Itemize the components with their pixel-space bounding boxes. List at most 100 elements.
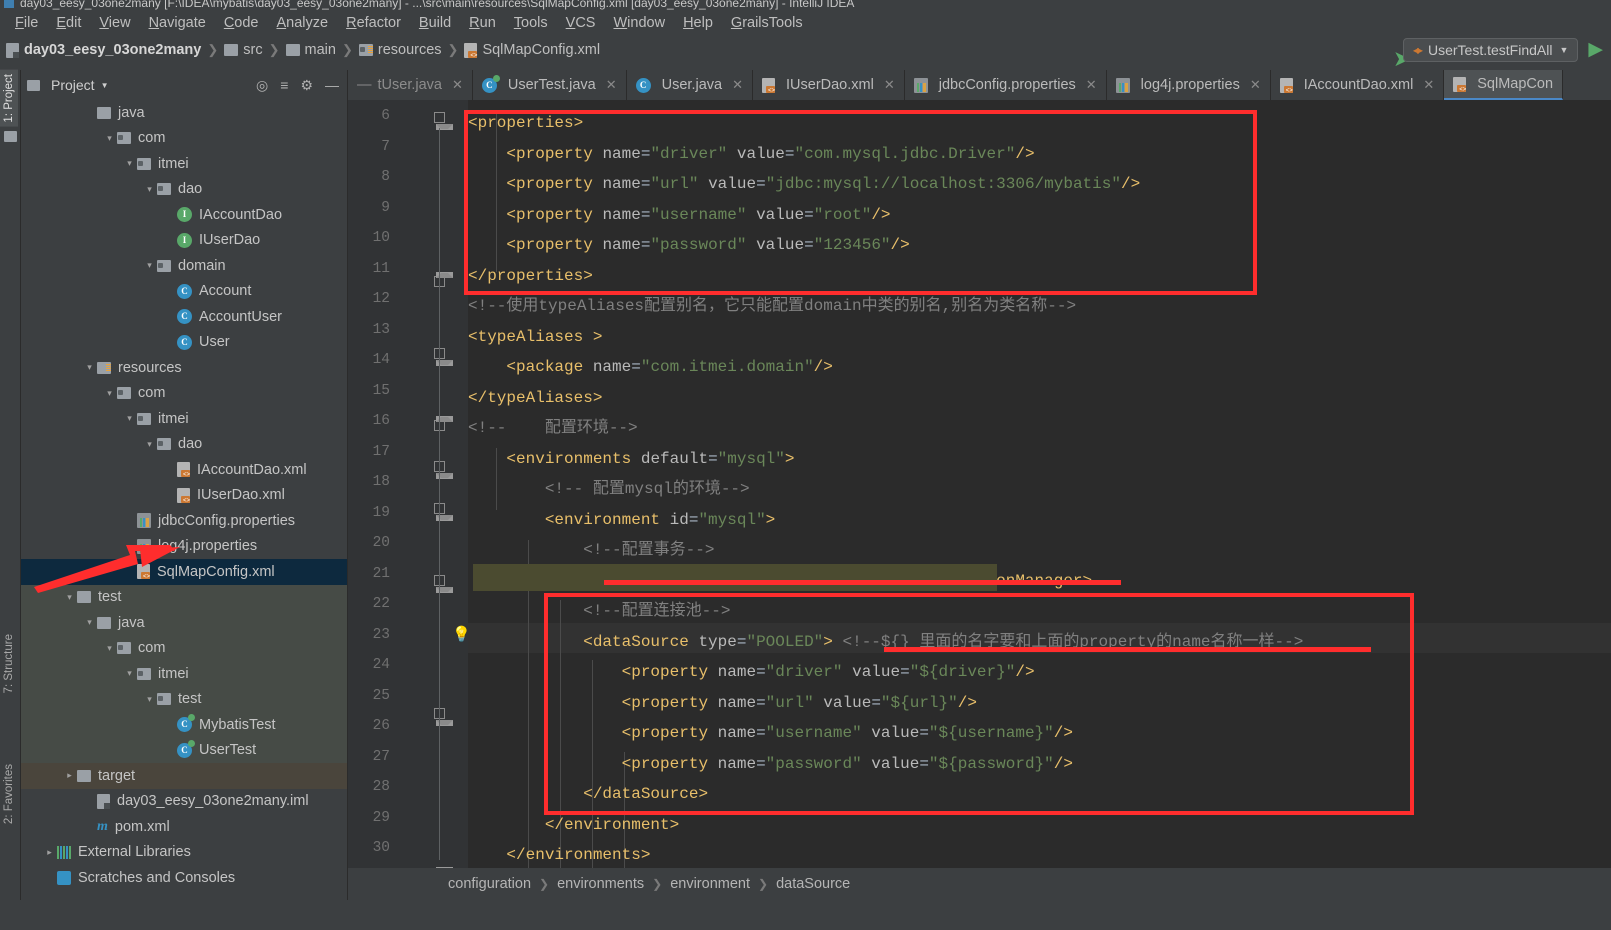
editor-tab-iaccountdao-xml[interactable]: IAccountDao.xml ✕ — [1270, 70, 1445, 100]
close-tab-icon[interactable]: ✕ — [732, 77, 743, 93]
editor-code-area[interactable]: <properties> <property name="driver" val… — [468, 100, 1611, 868]
code-line[interactable]: <properties> — [468, 108, 583, 139]
scroll-from-source-icon[interactable]: ◎ — [256, 77, 268, 94]
editor-tab-log4j-properties[interactable]: log4j.properties ✕ — [1106, 70, 1271, 100]
chevron-down-icon[interactable]: ▾ — [105, 133, 114, 144]
tree-item-com[interactable]: ▾ com — [21, 126, 347, 152]
tree-item-sqlmapconfig-xml[interactable]: SqlMapConfig.xml — [21, 559, 347, 585]
menu-item-navigate[interactable]: Navigate — [140, 13, 215, 33]
chevron-right-icon[interactable]: ▸ — [65, 770, 74, 781]
code-line[interactable]: <property name="password" value="123456"… — [468, 230, 909, 261]
menu-item-run[interactable]: Run — [460, 13, 505, 33]
code-line[interactable]: <typeAliases > — [468, 322, 602, 353]
close-tab-icon[interactable]: ✕ — [452, 77, 463, 93]
chevron-down-icon[interactable]: ▾ — [105, 643, 114, 654]
code-fold-toggle[interactable] — [434, 112, 453, 130]
close-tab-icon[interactable]: ✕ — [606, 77, 617, 93]
chevron-down-icon[interactable]: ▾ — [105, 388, 114, 399]
code-line[interactable]: </environment> — [468, 810, 679, 841]
collapse-all-icon[interactable]: ≡ — [280, 77, 288, 93]
tree-item-scratches-and-consoles[interactable]: Scratches and Consoles — [21, 865, 347, 891]
editor-gutter[interactable]: 6 7 8 9 10 11 12 13 14 15 16 17 18 19 20 21 22 23 24 25 26 27… — [348, 100, 471, 868]
menu-item-edit[interactable]: Edit — [47, 13, 90, 33]
menu-item-vcs[interactable]: VCS — [557, 13, 605, 33]
tree-item-usertest[interactable]: C UserTest — [21, 737, 347, 763]
tree-item-test[interactable]: ▾ test — [21, 686, 347, 712]
code-line[interactable]: <!--配置连接池--> — [468, 596, 730, 627]
tree-item-user[interactable]: C User — [21, 330, 347, 356]
breadcrumb-environment[interactable]: environment — [670, 876, 750, 892]
code-line[interactable]: <property name="username" value="root"/> — [468, 200, 890, 231]
close-tab-icon[interactable]: ✕ — [884, 77, 895, 93]
code-line[interactable]: </properties> — [468, 261, 593, 292]
settings-gear-icon[interactable]: ⚙ — [300, 77, 313, 94]
tree-item-itmei[interactable]: ▾ itmei — [21, 151, 347, 177]
breadcrumb-environments[interactable]: environments — [557, 876, 644, 892]
editor-tab-usertest-java[interactable]: C UserTest.java ✕ — [472, 70, 627, 100]
tree-item-com[interactable]: ▾ com — [21, 635, 347, 661]
code-line[interactable]: </typeAliases> — [468, 383, 602, 414]
code-line[interactable]: <package name="com.itmei.domain"/> — [468, 352, 832, 383]
chevron-down-icon[interactable]: ▾ — [125, 158, 134, 169]
chevron-down-icon[interactable]: ▾ — [145, 439, 154, 450]
tree-item-com[interactable]: ▾ com — [21, 381, 347, 407]
chevron-down-icon[interactable]: ▾ — [85, 617, 94, 628]
run-configuration-selector[interactable]: ◂▸ UserTest.testFindAll ▼ — [1402, 38, 1579, 62]
chevron-down-icon[interactable]: ▾ — [145, 260, 154, 271]
editor-tab-user-java[interactable]: C User.java ✕ — [626, 70, 753, 100]
menu-item-view[interactable]: View — [90, 13, 139, 33]
tree-item-dao[interactable]: ▾ dao — [21, 177, 347, 203]
chevron-down-icon[interactable]: ▾ — [145, 694, 154, 705]
editor-tab-sqlmapcon[interactable]: SqlMapCon — [1444, 70, 1564, 100]
chevron-right-icon[interactable]: ▸ — [45, 847, 54, 858]
code-line[interactable]: <property name="password" value="${passw… — [468, 749, 1073, 780]
tree-item-iuserdao-xml[interactable]: IUserDao.xml — [21, 483, 347, 509]
tree-item-target[interactable]: ▸ target — [21, 763, 347, 789]
tool-window-tab-structure[interactable]: 7: Structure — [0, 630, 18, 697]
menu-item-build[interactable]: Build — [410, 13, 460, 33]
code-line[interactable]: <environments default="mysql"> — [468, 444, 794, 475]
breadcrumb-datasource[interactable]: dataSource — [776, 876, 850, 892]
menu-item-code[interactable]: Code — [215, 13, 268, 33]
code-line[interactable]: <environment id="mysql"> — [468, 505, 775, 536]
tree-item-accountuser[interactable]: C AccountUser — [21, 304, 347, 330]
tree-item-domain[interactable]: ▾ domain — [21, 253, 347, 279]
tree-item-account[interactable]: C Account — [21, 279, 347, 305]
breadcrumb-main[interactable]: main — [285, 42, 336, 58]
tree-item-mybatistest[interactable]: C MybatisTest — [21, 712, 347, 738]
tree-item-java[interactable]: java — [21, 100, 347, 126]
tree-item-iaccountdao-xml[interactable]: IAccountDao.xml — [21, 457, 347, 483]
code-line[interactable]: <!--配置事务--> — [468, 535, 714, 566]
code-line[interactable]: <!-- 配置mysql的环境--> — [468, 474, 750, 505]
code-line[interactable]: </dataSource> — [468, 779, 708, 810]
editor-tab-bar[interactable]: —tUser.java✕CUserTest.java✕CUser.java✕IU… — [348, 70, 1611, 100]
tree-item-itmei[interactable]: ▾ itmei — [21, 406, 347, 432]
tree-item-pom-xml[interactable]: m pom.xml — [21, 814, 347, 840]
tree-item-dao[interactable]: ▾ dao — [21, 432, 347, 458]
code-editor[interactable]: 6 7 8 9 10 11 12 13 14 15 16 17 18 19 20 21 22 23 24 25 26 27… — [348, 100, 1611, 868]
menu-item-tools[interactable]: Tools — [505, 13, 557, 33]
menu-item-analyze[interactable]: Analyze — [268, 13, 338, 33]
code-line[interactable]: <dataSource type="POOLED"> <!--${} 里面的名字… — [468, 627, 1303, 658]
chevron-down-icon[interactable]: ▾ — [125, 413, 134, 424]
tree-item-itmei[interactable]: ▾ itmei — [21, 661, 347, 687]
code-line[interactable]: <property name="driver" value="com.mysql… — [468, 139, 1034, 170]
breadcrumb-project[interactable]: day03_eesy_03one2many — [6, 42, 201, 58]
tree-item-external-libraries[interactable]: ▸ External Libraries — [21, 840, 347, 866]
project-tree[interactable]: java ▾ com ▾ itmei ▾ dao I IAccountDao I IUserDa… — [21, 100, 347, 891]
breadcrumb-src[interactable]: src — [224, 42, 263, 58]
close-tab-icon[interactable]: ✕ — [1086, 77, 1097, 93]
tree-item-java[interactable]: ▾ java — [21, 610, 347, 636]
code-line[interactable]: <property name="username" value="${usern… — [468, 718, 1073, 749]
editor-tab-iuserdao-xml[interactable]: IUserDao.xml ✕ — [753, 70, 905, 100]
tree-item-iaccountdao[interactable]: I IAccountDao — [21, 202, 347, 228]
menu-item-help[interactable]: Help — [674, 13, 722, 33]
chevron-down-icon[interactable]: ▾ — [125, 668, 134, 679]
editor-tab-tuser-java[interactable]: — tUser.java ✕ — [348, 70, 473, 100]
tree-item-log4j-properties[interactable]: log4j.properties — [21, 534, 347, 560]
editor-tab-jdbcconfig-properties[interactable]: jdbcConfig.properties ✕ — [904, 70, 1107, 100]
code-line[interactable]: <property name="driver" value="${driver}… — [468, 657, 1035, 688]
tree-item-test[interactable]: ▾ test — [21, 584, 347, 610]
close-tab-icon[interactable]: ✕ — [1250, 77, 1261, 93]
breadcrumb-file[interactable]: SqlMapConfig.xml — [464, 42, 600, 60]
